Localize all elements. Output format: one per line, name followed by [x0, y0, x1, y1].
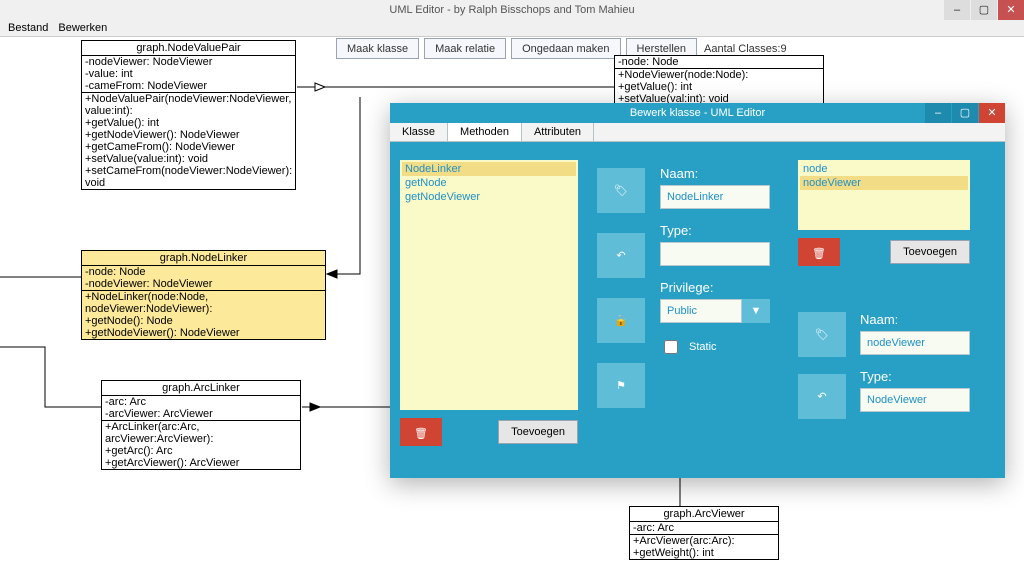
tab-methoden[interactable]: Methoden: [448, 123, 522, 141]
minimize-button[interactable]: –: [944, 0, 970, 20]
menu-edit[interactable]: Bewerken: [58, 20, 107, 36]
app-title: UML Editor - by Ralph Bisschops and Tom …: [389, 4, 634, 16]
add-method-button[interactable]: Toevoegen: [498, 420, 578, 444]
class-title: graph.ArcViewer: [630, 507, 778, 522]
lock-icon: 🔒: [614, 314, 628, 327]
counter-value: 9: [780, 43, 786, 55]
tab-attributen[interactable]: Attributen: [522, 123, 594, 141]
class-title: graph.NodeLinker: [82, 251, 325, 266]
class-operations: +ArcLinker(arc:Arc, arcViewer:ArcViewer)…: [102, 421, 300, 469]
list-item[interactable]: node: [800, 162, 968, 176]
param-name-input[interactable]: [860, 331, 970, 355]
undo-button[interactable]: Ongedaan maken: [511, 38, 620, 59]
class-attributes: -arc: Arc -arcViewer: ArcViewer: [102, 396, 300, 421]
privilege-select[interactable]: Public ▼: [660, 299, 780, 323]
class-counter: Aantal Classes:9: [704, 43, 787, 55]
trash-icon: 🗑: [414, 428, 428, 440]
dialog-title-bar[interactable]: Bewerk klasse - UML Editor – ▢ ✕: [390, 103, 1005, 123]
dialog-tabs: Klasse Methoden Attributen: [390, 123, 1005, 142]
method-name-input[interactable]: [660, 185, 770, 209]
label-privilege: Privilege:: [660, 280, 780, 295]
menubar: Bestand Bewerken: [0, 20, 1024, 37]
class-attributes: -node: Node -nodeViewer: NodeViewer: [82, 266, 325, 291]
dialog-close-button[interactable]: ✕: [979, 103, 1005, 123]
list-item[interactable]: NodeLinker: [402, 162, 576, 176]
class-attributes: -node: Node: [615, 56, 823, 69]
list-item[interactable]: getNode: [402, 176, 576, 190]
param-type-icon: ↶: [798, 374, 846, 419]
trash-icon: 🗑: [812, 248, 826, 260]
dialog-minimize-button[interactable]: –: [925, 103, 951, 123]
counter-label: Aantal Classes:: [704, 43, 780, 55]
uml-class-nodevaluepair[interactable]: graph.NodeValuePair -nodeViewer: NodeVie…: [81, 40, 296, 190]
tag-icon: 🏷: [614, 184, 628, 197]
name-icon: 🏷: [597, 168, 645, 213]
dialog-title: Bewerk klasse - UML Editor: [630, 107, 765, 119]
label-static: Static: [689, 341, 717, 353]
type-icon: ↶: [597, 233, 645, 278]
add-param-button[interactable]: Toevoegen: [890, 240, 970, 264]
uml-class-nodeviewer[interactable]: -node: Node +NodeViewer(node:Node): +get…: [614, 55, 824, 106]
make-class-button[interactable]: Maak klasse: [336, 38, 419, 59]
class-operations: +ArcViewer(arc:Arc): +getWeight(): int: [630, 535, 778, 559]
class-attributes: -arc: Arc: [630, 522, 778, 535]
undo-icon: ↶: [616, 249, 625, 262]
maximize-button[interactable]: ▢: [971, 0, 997, 20]
label-param-name: Naam:: [860, 312, 980, 327]
methods-list[interactable]: NodeLinker getNode getNodeViewer: [400, 160, 578, 410]
menu-file[interactable]: Bestand: [8, 20, 48, 36]
class-title: graph.NodeValuePair: [82, 41, 295, 56]
params-list[interactable]: node nodeViewer: [798, 160, 970, 230]
param-type-input[interactable]: [860, 388, 970, 412]
dialog-maximize-button[interactable]: ▢: [952, 103, 978, 123]
static-icon: ⚑: [597, 363, 645, 408]
undo-icon: ↶: [817, 390, 826, 403]
class-attributes: -nodeViewer: NodeViewer -value: int -cam…: [82, 56, 295, 93]
label-name: Naam:: [660, 166, 780, 181]
label-type: Type:: [660, 223, 780, 238]
uml-class-arcviewer[interactable]: graph.ArcViewer -arc: Arc +ArcViewer(arc…: [629, 506, 779, 560]
delete-method-button[interactable]: 🗑: [400, 418, 442, 446]
class-operations: +NodeLinker(node:Node, nodeViewer:NodeVi…: [82, 291, 325, 339]
delete-param-button[interactable]: 🗑: [798, 238, 840, 266]
class-operations: +NodeValuePair(nodeViewer:NodeViewer, va…: [82, 93, 295, 189]
label-param-type: Type:: [860, 369, 980, 384]
class-operations: +NodeViewer(node:Node): +getValue(): int…: [615, 69, 823, 105]
class-title: graph.ArcLinker: [102, 381, 300, 396]
uml-class-nodelinker[interactable]: graph.NodeLinker -node: Node -nodeViewer…: [81, 250, 326, 340]
static-checkbox[interactable]: [664, 340, 678, 354]
tab-klasse[interactable]: Klasse: [390, 123, 448, 141]
privilege-value: Public: [660, 299, 742, 323]
list-item[interactable]: nodeViewer: [800, 176, 968, 190]
chevron-down-icon[interactable]: ▼: [742, 299, 770, 323]
privilege-icon: 🔒: [597, 298, 645, 343]
uml-canvas[interactable]: Maak klasse Maak relatie Ongedaan maken …: [0, 37, 1024, 576]
flag-icon: ⚑: [616, 379, 626, 392]
edit-class-dialog[interactable]: Bewerk klasse - UML Editor – ▢ ✕ Klasse …: [390, 103, 1005, 478]
method-type-input[interactable]: [660, 242, 770, 266]
tag-icon: 🏷: [815, 328, 829, 341]
param-name-icon: 🏷: [798, 312, 846, 357]
close-button[interactable]: ✕: [998, 0, 1024, 20]
make-relation-button[interactable]: Maak relatie: [424, 38, 506, 59]
app-titlebar: UML Editor - by Ralph Bisschops and Tom …: [0, 0, 1024, 20]
list-item[interactable]: getNodeViewer: [402, 190, 576, 204]
uml-class-arclinker[interactable]: graph.ArcLinker -arc: Arc -arcViewer: Ar…: [101, 380, 301, 470]
